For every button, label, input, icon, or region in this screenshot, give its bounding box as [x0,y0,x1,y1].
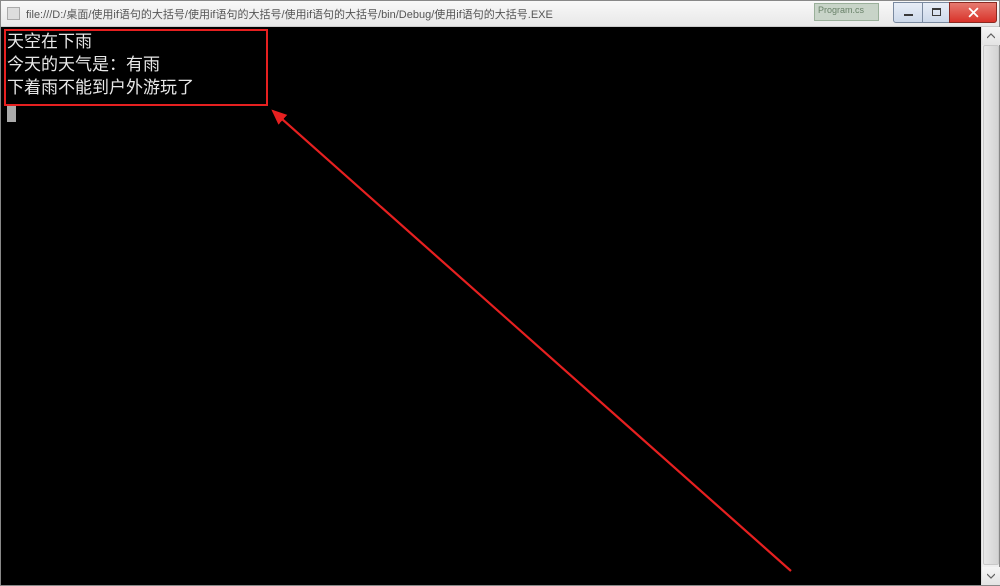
close-icon [968,7,979,18]
minimize-icon [904,14,913,16]
app-icon [7,7,20,20]
background-tab-hint: Program.cs [814,3,879,21]
console-line: 下着雨不能到户外游玩了 [7,78,194,98]
chevron-down-icon [987,573,995,579]
vertical-scrollbar[interactable] [981,27,999,585]
cursor [7,105,16,122]
console-text: 天空在下雨 今天的天气是：有雨 下着雨不能到户外游玩了 [7,31,194,100]
maximize-button[interactable] [922,2,950,23]
console-output: 天空在下雨 今天的天气是：有雨 下着雨不能到户外游玩了 [1,27,981,585]
console-line: 今天的天气是：有雨 [7,55,160,75]
scroll-up-button[interactable] [982,27,1000,45]
scrollbar-thumb[interactable] [983,45,999,565]
console-line: 天空在下雨 [7,32,92,52]
close-button[interactable] [949,2,997,23]
window-controls [894,2,997,23]
maximize-icon [932,8,941,16]
chevron-up-icon [987,33,995,39]
console-window: file:///D:/桌面/使用if语句的大括号/使用if语句的大括号/使用if… [0,0,1000,586]
window-title: file:///D:/桌面/使用if语句的大括号/使用if语句的大括号/使用if… [26,6,894,22]
titlebar[interactable]: file:///D:/桌面/使用if语句的大括号/使用if语句的大括号/使用if… [1,1,999,27]
minimize-button[interactable] [893,2,923,23]
scroll-down-button[interactable] [982,567,1000,585]
